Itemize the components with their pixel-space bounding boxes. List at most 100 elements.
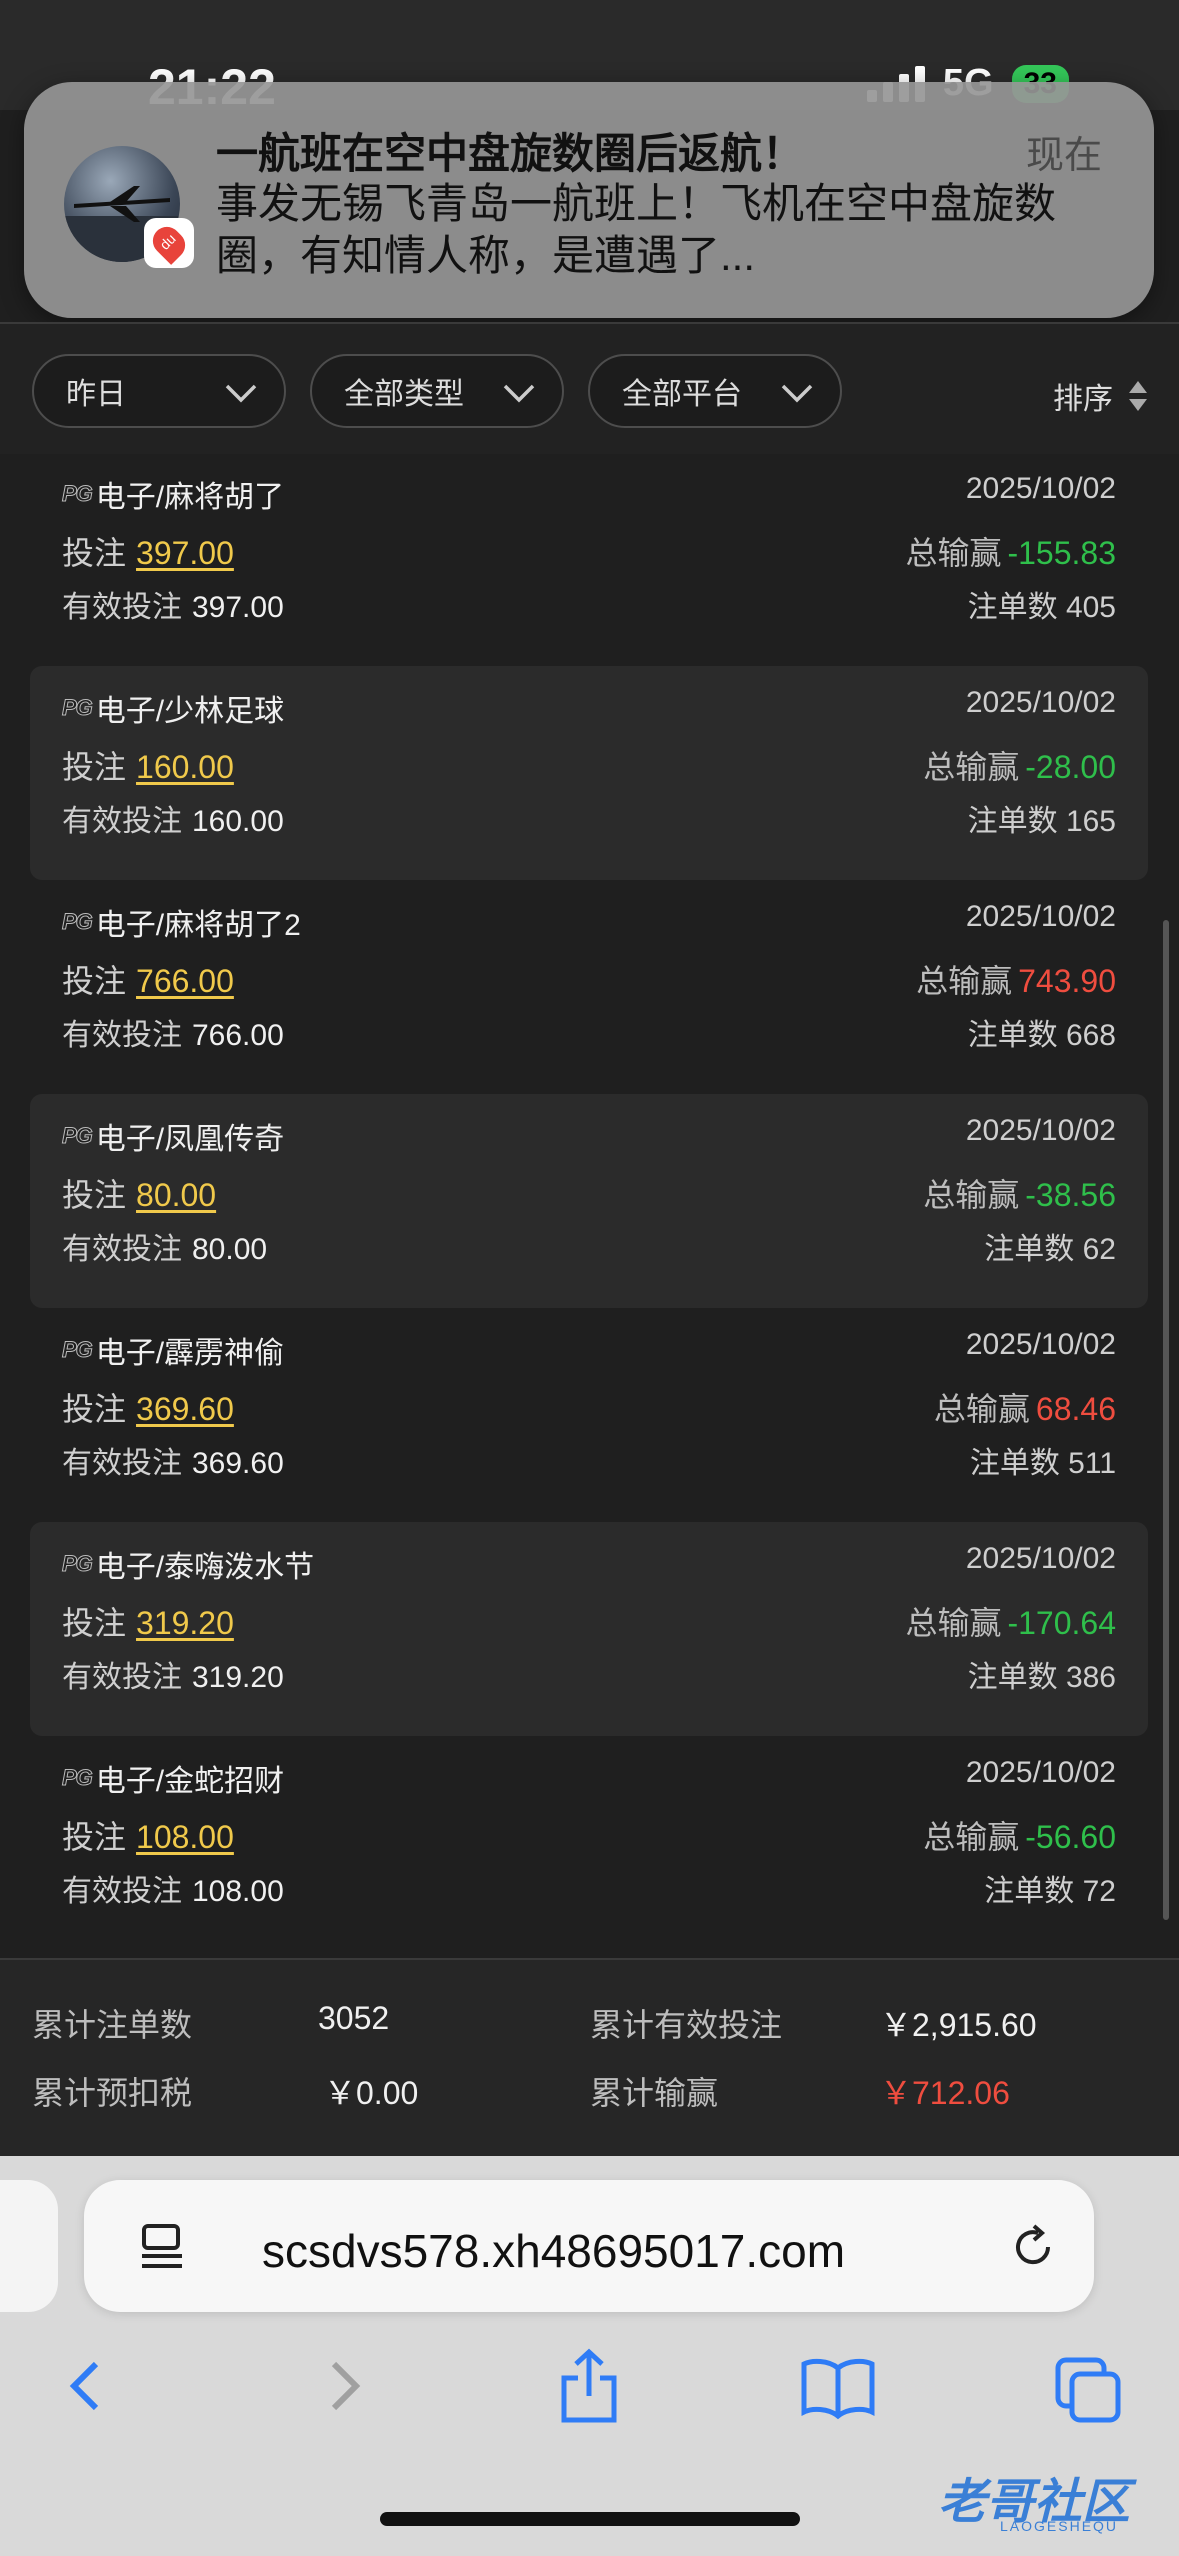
bet-label: 投注: [62, 749, 127, 785]
win-amount: 743.90: [1018, 963, 1116, 999]
share-icon[interactable]: [556, 2346, 622, 2426]
bet-amount-link[interactable]: 160.00: [136, 749, 234, 785]
chevron-down-icon: [225, 384, 257, 403]
sort-icon: [1129, 381, 1147, 411]
orders-label: 注单数: [967, 1019, 1058, 1052]
scrollbar[interactable]: [1163, 920, 1169, 1920]
previous-tab-bar[interactable]: [0, 2180, 58, 2312]
notification-body: 事发无锡飞青岛一航班上！飞机在空中盘旋数圈，有知情人称，是遭遇了...: [216, 180, 1057, 279]
total-valid-label: 累计有效投注: [590, 2007, 783, 2043]
win-amount: -28.00: [1025, 749, 1116, 785]
order-count: 405: [1065, 591, 1116, 624]
game-name: 电子/少林足球: [95, 695, 285, 728]
bet-label: 投注: [62, 535, 127, 571]
date-filter-label: 昨日: [66, 378, 126, 411]
list-item[interactable]: PG 电子/金蛇招财 2025/10/02 投注 108.00 总输赢 -56.60 …: [30, 1736, 1148, 1950]
pg-logo-icon: PG: [62, 481, 94, 507]
tabs-icon[interactable]: [1054, 2356, 1124, 2426]
valid-label: 有效投注: [62, 591, 182, 624]
notification-banner[interactable]: du 一航班在空中盘旋数圈后返航！ 现在 事发无锡飞青岛一航班上！飞机在空中盘旋…: [24, 82, 1154, 318]
list-item[interactable]: PG 电子/凤凰传奇 2025/10/02 投注 80.00 总输赢 -38.56 有…: [30, 1094, 1148, 1308]
game-name: 电子/泰嗨泼水节: [95, 1551, 315, 1584]
list-item[interactable]: PG 电子/霹雳神偷 2025/10/02 投注 369.60 总输赢 68.46 有…: [30, 1308, 1148, 1522]
list-item[interactable]: PG 电子/少林足球 2025/10/02 投注 160.00 总输赢 -28.00 …: [30, 666, 1148, 880]
address-bar[interactable]: scsdvs578.xh48695017.com: [84, 2180, 1094, 2312]
bet-label: 投注: [62, 1391, 127, 1427]
order-count: 72: [1082, 1875, 1116, 1908]
record-date: 2025/10/02: [965, 686, 1116, 719]
valid-amount: 369.60: [192, 1447, 284, 1480]
page-menu-icon[interactable]: [136, 2220, 190, 2274]
bet-amount-link[interactable]: 108.00: [136, 1819, 234, 1855]
game-name: 电子/霹雳神偷: [95, 1337, 285, 1370]
win-amount: -38.56: [1025, 1177, 1116, 1213]
bet-amount-link[interactable]: 369.60: [136, 1391, 234, 1427]
win-label: 总输赢: [923, 1177, 1020, 1213]
forward-icon[interactable]: [318, 2356, 368, 2416]
win-amount: 68.46: [1035, 1391, 1116, 1427]
reload-icon[interactable]: [1008, 2222, 1058, 2272]
record-date: 2025/10/02: [965, 1328, 1116, 1361]
list-item[interactable]: PG 电子/麻将胡了 2025/10/02 投注 397.00 总输赢 -155.83…: [30, 452, 1148, 666]
bet-amount-link[interactable]: 766.00: [136, 963, 234, 999]
home-indicator[interactable]: [380, 2512, 800, 2526]
total-win-label: 累计输赢: [590, 2075, 719, 2111]
orders-label: 注单数: [967, 805, 1058, 838]
platform-filter-label: 全部平台: [622, 378, 742, 411]
bet-amount-link[interactable]: 80.00: [136, 1177, 216, 1213]
url-text: scsdvs578.xh48695017.com: [262, 2225, 846, 2277]
orders-label: 注单数: [984, 1233, 1075, 1266]
platform-filter-dropdown[interactable]: 全部平台: [588, 354, 842, 428]
record-list: PG 电子/麻将胡了 2025/10/02 投注 397.00 总输赢 -155.83…: [30, 452, 1148, 1950]
valid-amount: 319.20: [192, 1661, 284, 1694]
notification-title: 一航班在空中盘旋数圈后返航！: [216, 130, 805, 177]
pg-logo-icon: PG: [62, 1123, 94, 1149]
order-count: 386: [1065, 1661, 1116, 1694]
win-label: 总输赢: [933, 1391, 1030, 1427]
game-name: 电子/凤凰传奇: [95, 1123, 285, 1156]
record-date: 2025/10/02: [965, 1756, 1116, 1789]
back-icon[interactable]: [62, 2356, 112, 2416]
list-item[interactable]: PG 电子/麻将胡了2 2025/10/02 投注 766.00 总输赢 743.90…: [30, 880, 1148, 1094]
win-amount: -170.64: [1007, 1605, 1116, 1641]
pg-logo-icon: PG: [62, 1337, 94, 1363]
bet-amount-link[interactable]: 319.20: [136, 1605, 234, 1641]
valid-label: 有效投注: [62, 1019, 182, 1052]
win-amount: -155.83: [1007, 535, 1116, 571]
bet-label: 投注: [62, 1605, 127, 1641]
win-amount: -56.60: [1025, 1819, 1116, 1855]
game-name: 电子/金蛇招财: [95, 1765, 285, 1798]
game-name: 电子/麻将胡了: [95, 481, 285, 514]
bookmarks-icon[interactable]: [800, 2356, 876, 2420]
orders-label: 注单数: [967, 591, 1058, 624]
valid-amount: 160.00: [192, 805, 284, 838]
total-orders-value: 3052: [318, 2000, 390, 2036]
order-count: 668: [1065, 1019, 1116, 1052]
win-label: 总输赢: [923, 749, 1020, 785]
win-label: 总输赢: [905, 535, 1002, 571]
orders-label: 注单数: [984, 1875, 1075, 1908]
total-orders-label: 累计注单数: [32, 2007, 193, 2043]
valid-amount: 766.00: [192, 1019, 284, 1052]
valid-label: 有效投注: [62, 1447, 182, 1480]
valid-label: 有效投注: [62, 805, 182, 838]
tax-label: 累计预扣税: [32, 2075, 193, 2111]
sort-button[interactable]: 排序: [1053, 374, 1149, 418]
bet-label: 投注: [62, 1819, 127, 1855]
valid-amount: 397.00: [192, 591, 284, 624]
app-badge-icon: du: [144, 218, 194, 268]
filter-bar: 昨日 全部类型 全部平台 排序: [0, 322, 1179, 454]
total-valid-value: ￥2,915.60: [880, 2007, 1037, 2043]
win-label: 总输赢: [923, 1819, 1020, 1855]
record-date: 2025/10/02: [965, 1114, 1116, 1147]
valid-amount: 80.00: [192, 1233, 268, 1266]
date-filter-dropdown[interactable]: 昨日: [32, 354, 286, 428]
valid-label: 有效投注: [62, 1233, 182, 1266]
summary-panel: 累计注单数 3052 累计有效投注 ￥2,915.60 累计预扣税 ￥0.00 …: [0, 1958, 1179, 2158]
sort-label: 排序: [1053, 383, 1113, 416]
pg-logo-icon: PG: [62, 1765, 94, 1791]
bet-label: 投注: [62, 1177, 127, 1213]
type-filter-dropdown[interactable]: 全部类型: [310, 354, 564, 428]
bet-amount-link[interactable]: 397.00: [136, 535, 234, 571]
list-item[interactable]: PG 电子/泰嗨泼水节 2025/10/02 投注 319.20 总输赢 -170.6…: [30, 1522, 1148, 1736]
